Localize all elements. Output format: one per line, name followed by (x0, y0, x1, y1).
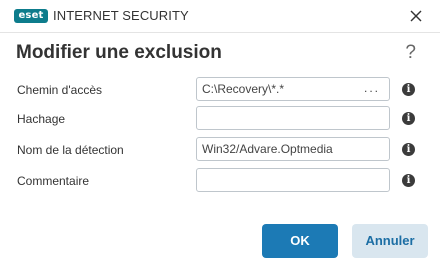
comment-input[interactable] (196, 168, 390, 192)
path-label: Chemin d'accès (17, 83, 102, 97)
hash-row: Hachage i (0, 106, 440, 132)
browse-button[interactable]: ... (364, 79, 380, 97)
detection-name-input[interactable]: Win32/Advare.Optmedia (196, 137, 390, 161)
detection-name-row: Nom de la détection Win32/Advare.Optmedi… (0, 137, 440, 163)
info-icon[interactable]: i (402, 112, 415, 125)
close-icon[interactable] (408, 8, 424, 24)
detection-name-label: Nom de la détection (17, 143, 124, 157)
title-bar: eset INTERNET SECURITY (0, 0, 440, 32)
dialog-title: Modifier une exclusion (16, 42, 222, 63)
hash-label: Hachage (17, 112, 66, 126)
info-icon[interactable]: i (402, 143, 415, 156)
help-icon[interactable]: ? (405, 41, 416, 65)
path-row: Chemin d'accès C:\Recovery\*.* ... i (0, 77, 440, 103)
comment-label: Commentaire (17, 174, 90, 188)
app-title: INTERNET SECURITY (53, 8, 189, 23)
title-divider (0, 32, 440, 33)
cancel-button[interactable]: Annuler (352, 224, 428, 258)
info-icon[interactable]: i (402, 174, 415, 187)
hash-input[interactable] (196, 106, 390, 130)
path-input[interactable]: C:\Recovery\*.* (196, 77, 390, 101)
comment-row: Commentaire i (0, 168, 440, 194)
info-icon[interactable]: i (402, 83, 415, 96)
ok-button[interactable]: OK (262, 224, 338, 258)
eset-logo: eset (14, 9, 48, 23)
